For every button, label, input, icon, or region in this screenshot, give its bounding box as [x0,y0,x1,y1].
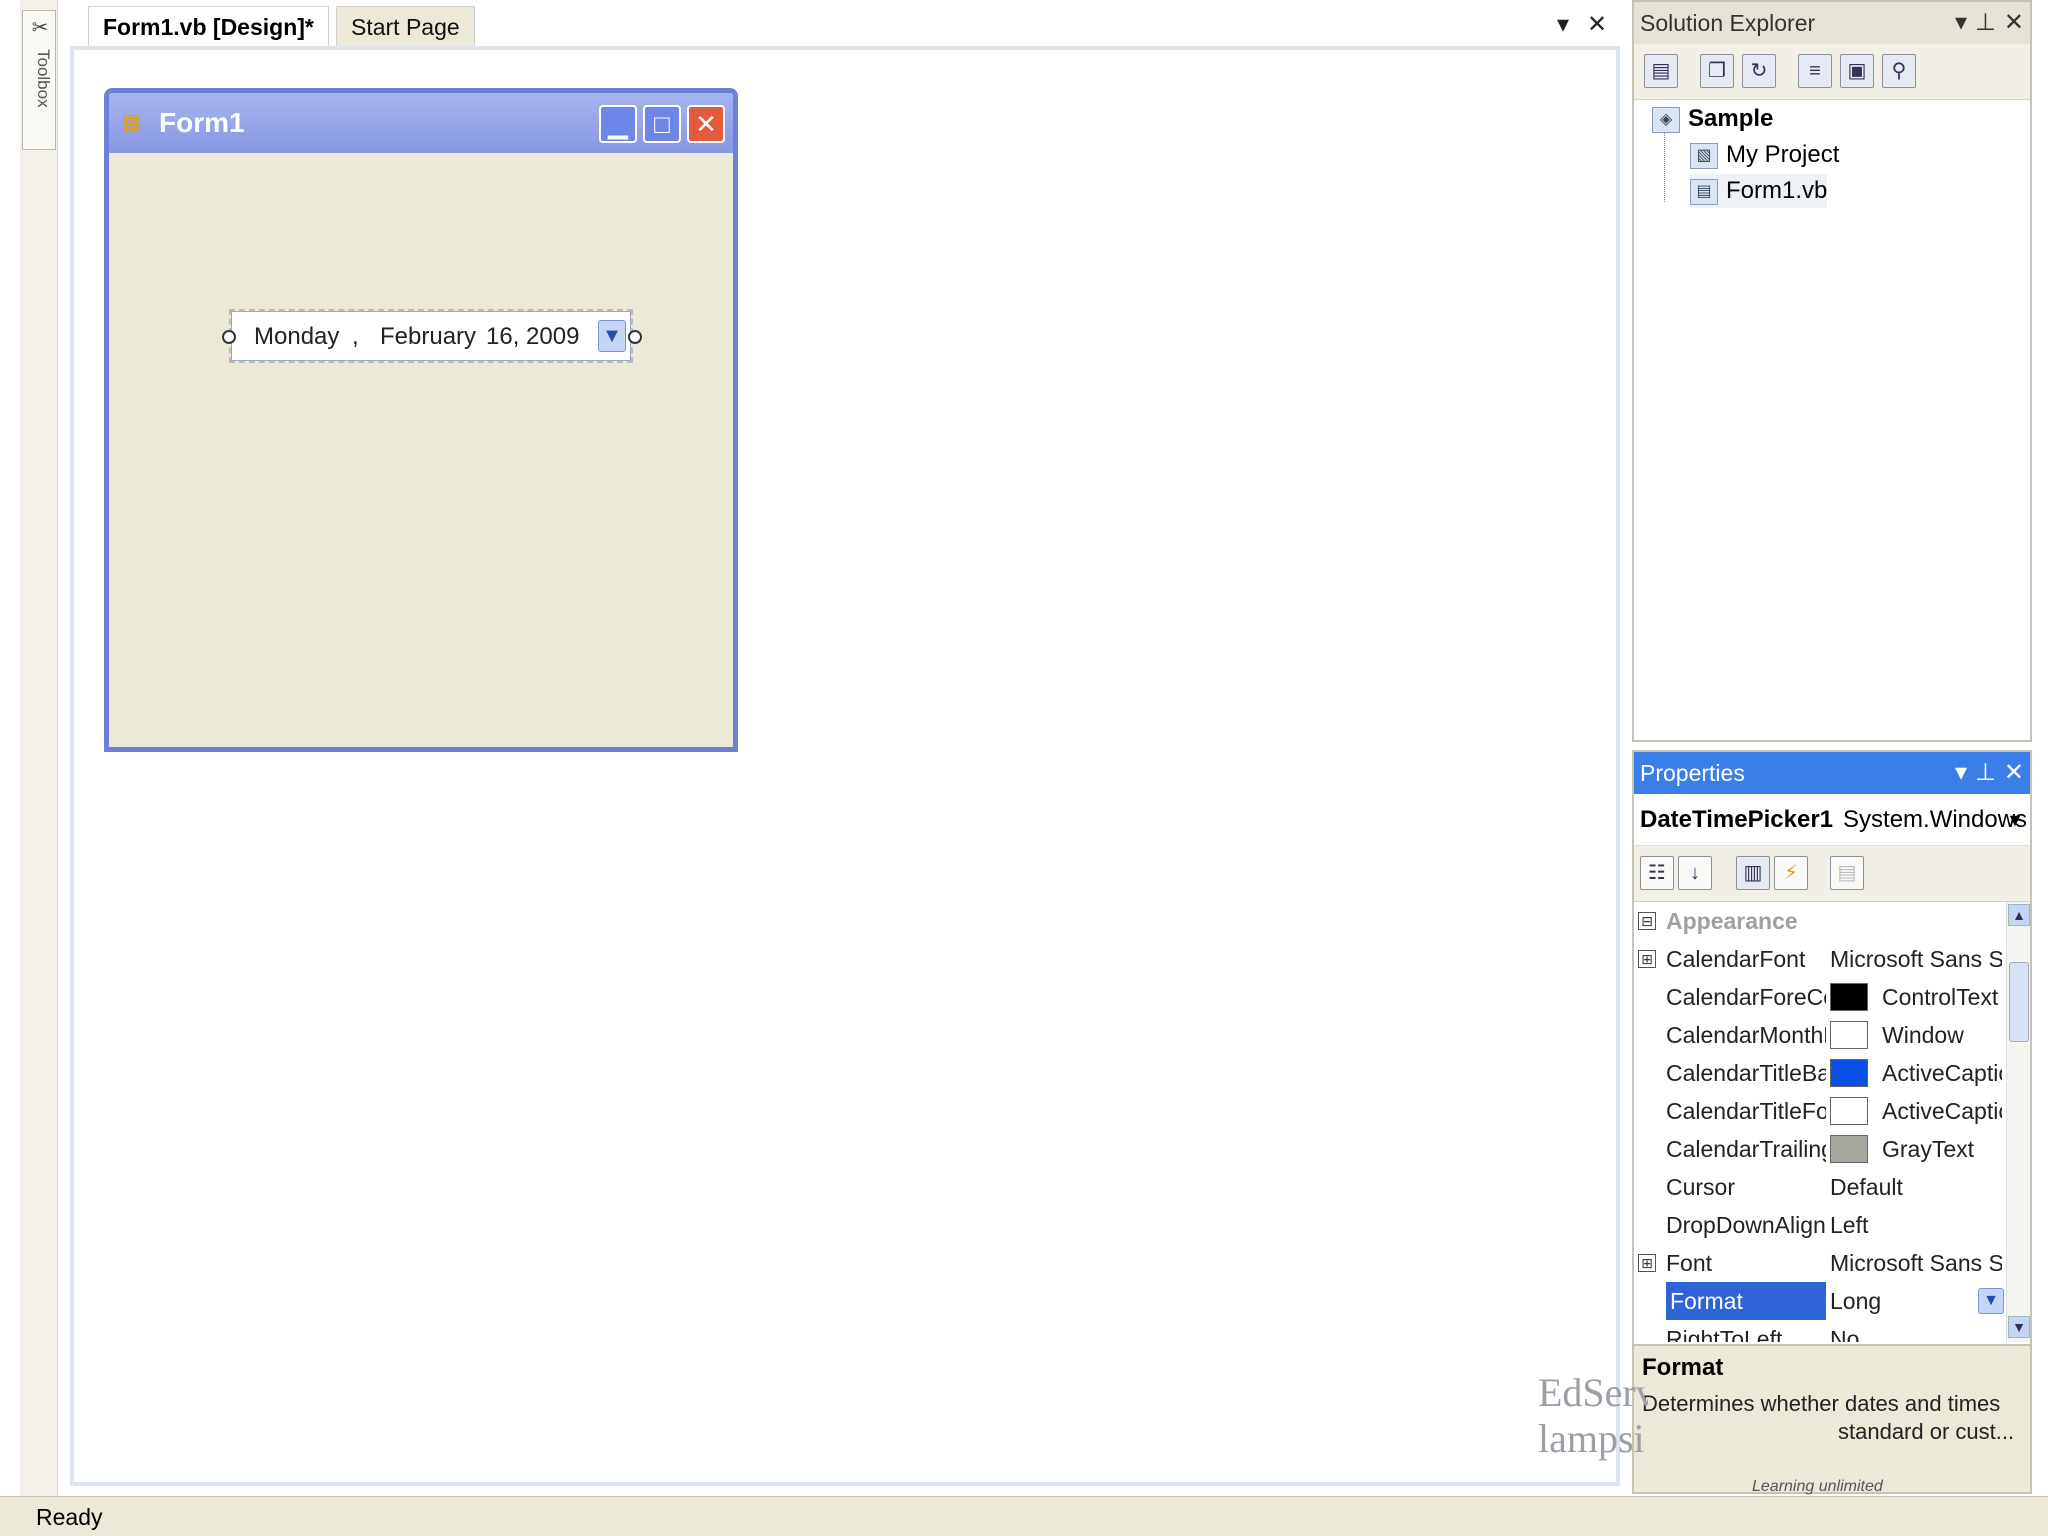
datetimepicker-control[interactable]: Monday , February 16, 2009 ▼ [222,309,642,363]
window-position-icon[interactable]: ▾ [1955,2,1967,44]
object-name: DateTimePicker1 [1640,806,1834,833]
form1-window[interactable]: ▦ Form1 ▁ □ ✕ Monday , February 16, 2009… [104,88,738,752]
property-pages-icon[interactable]: ▤ [1830,856,1864,890]
form1-caption: Form1 [159,107,245,138]
window-position-icon[interactable]: ▾ [1955,752,1967,794]
solution-explorer-header: Solution Explorer ▾ ⊥ ✕ [1634,2,2030,44]
property-row-calendartrailingforecolor[interactable]: CalendarTrailingI GrayText [1634,1130,2004,1168]
maximize-button[interactable]: □ [643,105,681,143]
project-properties-icon: ▧ [1690,142,1718,169]
watermark-logo: EdServ lampsi [1538,1370,1648,1461]
pin-icon[interactable]: ⊥ [1975,2,1996,44]
tree-item-solution[interactable]: ◈ Sample [1652,102,1773,136]
expand-icon[interactable]: ⊞ [1638,1254,1656,1272]
form1-title-bar[interactable]: ▦ Form1 ▁ □ ✕ [109,93,733,153]
solution-explorer-title: Solution Explorer [1640,10,1816,36]
chevron-down-icon[interactable]: ▼ [2006,794,2024,845]
tab-form1-design[interactable]: Form1.vb [Design]* [88,6,329,46]
properties-title: Properties [1640,760,1745,786]
form-icon: ▦ [121,109,142,134]
property-grid-scrollbar[interactable]: ▲ ▼ [2006,902,2030,1342]
toolbox-icon: ✂ [31,17,49,39]
solution-icon: ◈ [1652,106,1680,133]
categorized-icon[interactable]: ☷ [1640,856,1674,890]
tree-item-my-project[interactable]: ▧ My Project [1690,138,1839,172]
tree-item-form1-vb[interactable]: ▤ Form1.vb [1690,174,1828,208]
toolbox-label: Toolbox [34,49,53,108]
collapse-icon[interactable]: ⊟ [1638,912,1656,930]
properties-view-icon[interactable]: ▥ [1736,856,1770,890]
object-selector[interactable]: DateTimePicker1 System.Windows ▼ [1634,794,2030,846]
properties-header: Properties ▾ ⊥ ✕ [1634,752,2030,794]
close-icon[interactable]: ✕ [2004,752,2024,794]
property-row-format[interactable]: Format Long ▼ [1634,1282,2004,1320]
pin-icon[interactable]: ⊥ [1975,752,1996,794]
chevron-down-icon[interactable]: ▼ [598,320,626,352]
tab-list-dropdown-icon[interactable]: ▾ [1548,10,1578,40]
dtp-separator: , [352,323,359,350]
property-description-pane: Format Determines whether dates and time… [1634,1344,2030,1492]
format-value-input[interactable]: Long [1830,1282,2002,1320]
description-title: Format [1642,1354,1724,1381]
scroll-up-icon[interactable]: ▲ [2008,904,2030,926]
property-row-calendarforecolor[interactable]: CalendarForeCo ControlText [1634,978,2004,1016]
status-bar: Ready [0,1496,2048,1536]
events-icon[interactable]: ⚡ [1774,856,1808,890]
expand-icon[interactable]: ⊞ [1638,950,1656,968]
toolbox-strip [20,0,58,1500]
color-swatch [1830,1020,1868,1049]
property-row-calendartitlebackcolor[interactable]: CalendarTitleBac ActiveCaptic [1634,1054,2004,1092]
color-swatch [1830,1058,1868,1087]
status-text: Ready [36,1504,103,1530]
color-swatch [1830,1134,1868,1163]
color-swatch [1830,1096,1868,1125]
close-icon[interactable]: ✕ [2004,2,2024,44]
property-grid: ⊟ Appearance ⊞ CalendarFont Microsoft Sa… [1634,902,2030,1342]
description-text: Determines whether dates and times stand… [1642,1391,2015,1444]
tab-start-page[interactable]: Start Page [336,6,475,46]
property-category-appearance[interactable]: ⊟ Appearance [1634,902,2004,940]
chevron-down-icon[interactable]: ▼ [1978,1288,2004,1314]
document-tab-bar: Form1.vb [Design]* Start Page ▾ ✕ [58,0,1620,48]
property-row-calendartitleforecolor[interactable]: CalendarTitleFor ActiveCaptic [1634,1092,2004,1130]
properties-icon[interactable]: ▤ [1644,54,1678,88]
minimize-button[interactable]: ▁ [599,105,637,143]
property-row-font[interactable]: ⊞ Font Microsoft Sans Se [1634,1244,2004,1282]
dtp-month[interactable]: February [380,320,476,354]
view-designer-icon[interactable]: ▣ [1840,54,1874,88]
watermark-tagline: Learning unlimited [1752,1478,1883,1495]
class-diagram-icon[interactable]: ⚲ [1882,54,1916,88]
form-file-icon: ▤ [1690,178,1718,205]
scroll-down-icon[interactable]: ▼ [2008,1316,2030,1338]
refresh-icon[interactable]: ↻ [1742,54,1776,88]
toolbox-tab[interactable]: ✂ Toolbox [22,10,56,150]
property-row-dropdownalign[interactable]: DropDownAlign Left [1634,1206,2004,1244]
scrollbar-thumb[interactable] [2009,962,2029,1042]
resize-handle-left[interactable] [222,330,236,344]
property-row-cursor[interactable]: Cursor Default [1634,1168,2004,1206]
show-all-files-icon[interactable]: ❐ [1700,54,1734,88]
tab-close-icon[interactable]: ✕ [1582,10,1612,40]
dtp-day[interactable]: Monday [254,320,339,354]
view-code-icon[interactable]: ≡ [1798,54,1832,88]
object-type: System.Windows [1843,806,2028,833]
dtp-date[interactable]: 16, 2009 [486,320,579,354]
tree-connector [1664,132,1665,202]
resize-handle-right[interactable] [628,330,642,344]
property-row-calendarmonthbackground[interactable]: CalendarMonthB Window [1634,1016,2004,1054]
properties-panel: Properties ▾ ⊥ ✕ DateTimePicker1 System.W… [1632,750,2032,1494]
close-button[interactable]: ✕ [687,105,725,143]
alphabetical-icon[interactable]: ↓ [1678,856,1712,890]
property-row-righttoleft[interactable]: RightToLeft No [1634,1320,2004,1342]
solution-explorer-panel: Solution Explorer ▾ ⊥ ✕ ▤ ❐ ↻ ≡ ▣ ⚲ ◈ Sam… [1632,0,2032,742]
color-swatch [1830,982,1868,1011]
solution-explorer-toolbar: ▤ ❐ ↻ ≡ ▣ ⚲ [1634,44,2030,100]
property-row-calendarfont[interactable]: ⊞ CalendarFont Microsoft Sans Se [1634,940,2004,978]
properties-toolbar: ☷ ↓ ▥ ⚡ ▤ [1634,846,2030,902]
